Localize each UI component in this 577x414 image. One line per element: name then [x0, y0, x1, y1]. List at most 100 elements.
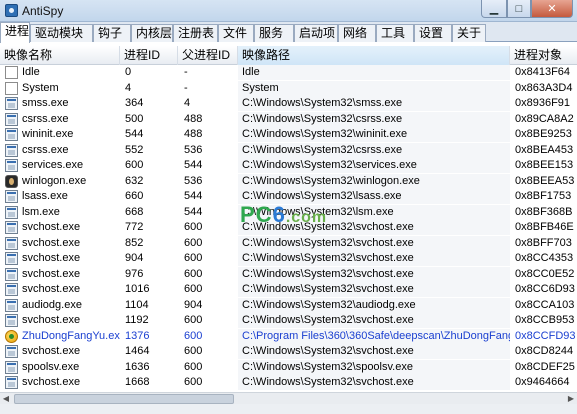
tab-settings[interactable]: 设置 — [414, 24, 452, 42]
tab-process[interactable]: 进程 — [0, 22, 30, 43]
table-row[interactable]: csrss.exe 500 488 C:\Windows\System32\csrss… — [0, 111, 577, 128]
cell-image-name: wininit.exe — [22, 128, 74, 140]
cell-process-object: 0x8BF1753 — [515, 190, 572, 202]
cell-image-name: svchost.exe — [22, 345, 81, 357]
cell-image-path: C:\Windows\System32\svchost.exe — [238, 313, 510, 328]
cell-image-path: C:\Windows\System32\svchost.exe — [238, 375, 510, 390]
column-header-ppid[interactable]: 父进程ID — [178, 46, 238, 65]
tab-registry[interactable]: 注册表 — [173, 24, 218, 42]
table-row[interactable]: svchost.exe 1192 600 C:\Windows\System32\sv… — [0, 313, 577, 329]
tab-about[interactable]: 关于 — [452, 24, 486, 42]
table-row[interactable]: audiodg.exe 1104 904 C:\Windows\System32\au… — [0, 297, 577, 314]
cell-pid: 364 — [125, 97, 144, 109]
cell-pid: 544 — [125, 128, 144, 140]
window-app-icon — [5, 283, 18, 296]
cell-image-name: svchost.exe — [22, 221, 81, 233]
cell-ppid: 600 — [184, 267, 203, 280]
table-row[interactable]: svchost.exe 1016 600 C:\Windows\System32\sv… — [0, 282, 577, 298]
column-header-image-path[interactable]: 映像路径 — [238, 46, 510, 65]
cell-image-name: Idle — [22, 66, 40, 78]
cell-image-name: svchost.exe — [22, 314, 81, 326]
window-app-icon — [5, 205, 18, 219]
cell-image-name: csrss.exe — [22, 143, 69, 156]
table-row[interactable]: Idle 0 - Idle 0x8413F64 — [0, 65, 577, 81]
column-header-image-name[interactable]: 映像名称 — [0, 46, 120, 65]
cell-image-path: C:\Windows\System32\svchost.exe — [238, 251, 510, 266]
column-header-pid[interactable]: 进程ID — [120, 46, 178, 65]
cell-pid: 1668 — [125, 376, 150, 388]
table-row[interactable]: svchost.exe 1668 600 C:\Windows\System32\sv… — [0, 375, 577, 391]
tab-tools[interactable]: 工具 — [376, 24, 414, 42]
horizontal-scrollbar[interactable]: ◀ ▶ — [0, 392, 577, 404]
scroll-right-arrow-icon[interactable]: ▶ — [565, 393, 577, 404]
table-row[interactable]: svchost.exe 1464 600 C:\Windows\System32\sv… — [0, 344, 577, 360]
window-app-icon — [5, 159, 18, 172]
tab-services[interactable]: 服务 — [254, 24, 294, 42]
scroll-left-arrow-icon[interactable]: ◀ — [0, 393, 12, 404]
table-row[interactable]: ZhuDongFangYu.exe 1376 600 C:\Program Files… — [0, 328, 577, 345]
table-row[interactable]: csrss.exe 552 536 C:\Windows\System32\csrss… — [0, 142, 577, 159]
cell-pid: 600 — [125, 159, 144, 171]
cell-image-path: C:\Windows\System32\audiodg.exe — [238, 297, 510, 313]
cell-pid: 500 — [125, 112, 144, 125]
cell-ppid: 600 — [184, 329, 203, 342]
tab-hooks[interactable]: 钩子 — [93, 24, 131, 42]
table-row[interactable]: smss.exe 364 4 C:\Windows\System32\smss.exe… — [0, 96, 577, 112]
cell-image-path: C:\Windows\System32\services.exe — [238, 158, 510, 173]
cell-image-name: svchost.exe — [22, 267, 81, 280]
cell-ppid: 600 — [184, 314, 203, 326]
cell-process-object: 0x8BFF703 — [515, 236, 572, 249]
minimize-button[interactable]: ▁ — [481, 0, 507, 18]
blank-doc-icon — [5, 66, 18, 79]
cell-ppid: 544 — [184, 159, 203, 171]
cell-ppid: 544 — [184, 190, 203, 202]
close-button[interactable]: ✕ — [531, 0, 573, 18]
window-app-icon — [5, 252, 18, 265]
cell-image-path: C:\Windows\System32\csrss.exe — [238, 111, 510, 127]
tab-driver-modules[interactable]: 驱动模块 — [30, 24, 93, 42]
cell-process-object: 0x8BEEA53 — [515, 174, 575, 187]
zhudong-icon — [5, 329, 18, 343]
table-row[interactable]: System 4 - System 0x863A3D4 — [0, 80, 577, 97]
tab-network[interactable]: 网络 — [338, 24, 376, 42]
window-app-icon — [5, 112, 18, 126]
cell-process-object: 0x8BEA453 — [515, 143, 574, 156]
cell-process-object: 0x8413F64 — [515, 66, 571, 78]
table-row[interactable]: svchost.exe 852 600 C:\Windows\System32\svc… — [0, 235, 577, 252]
cell-ppid: 488 — [184, 128, 203, 140]
cell-pid: 1104 — [125, 298, 149, 311]
cell-pid: 632 — [125, 174, 144, 187]
cell-ppid: - — [184, 81, 188, 94]
cell-image-name: svchost.exe — [22, 283, 81, 295]
cell-image-path: C:\Windows\System32\svchost.exe — [238, 282, 510, 297]
tab-startup[interactable]: 启动项 — [294, 24, 338, 42]
cell-process-object: 0x863A3D4 — [515, 81, 573, 94]
tab-bar: 进程 驱动模块 钩子 内核层 注册表 文件 服务 启动项 网络 工具 设置 关于 — [0, 22, 577, 43]
table-row[interactable]: services.exe 600 544 C:\Windows\System32\se… — [0, 158, 577, 174]
column-header-process-object[interactable]: 进程对象 — [510, 46, 577, 65]
cell-image-name: svchost.exe — [22, 252, 81, 264]
table-row[interactable]: spoolsv.exe 1636 600 C:\Windows\System32\sp… — [0, 359, 577, 376]
table-row[interactable]: svchost.exe 904 600 C:\Windows\System32\svc… — [0, 251, 577, 267]
window-app-icon — [5, 236, 18, 250]
cell-ppid: 600 — [184, 252, 203, 264]
pc6-watermark: PC6.com — [240, 202, 328, 227]
table-row[interactable]: winlogon.exe 632 536 C:\Windows\System32\wi… — [0, 173, 577, 190]
cell-pid: 668 — [125, 205, 144, 218]
table-row[interactable]: wininit.exe 544 488 C:\Windows\System32\win… — [0, 127, 577, 143]
tab-files[interactable]: 文件 — [218, 24, 254, 42]
cell-ppid: 544 — [184, 205, 203, 218]
maximize-button[interactable]: □ — [507, 0, 531, 18]
cell-process-object: 0x8CC4353 — [515, 252, 574, 264]
cell-pid: 1192 — [125, 314, 149, 326]
cell-ppid: 600 — [184, 221, 203, 233]
cell-image-path: C:\Windows\System32\smss.exe — [238, 96, 510, 111]
cell-image-path: C:\Windows\System32\wininit.exe — [238, 127, 510, 142]
cell-image-name: smss.exe — [22, 97, 69, 109]
cell-image-path: C:\Windows\System32\spoolsv.exe — [238, 359, 510, 375]
tab-kernel[interactable]: 内核层 — [131, 24, 173, 42]
cell-pid: 1376 — [125, 329, 150, 342]
scrollbar-thumb[interactable] — [14, 394, 234, 404]
table-row[interactable]: svchost.exe 976 600 C:\Windows\System32\svc… — [0, 266, 577, 283]
cell-image-name: spoolsv.exe — [22, 360, 80, 373]
